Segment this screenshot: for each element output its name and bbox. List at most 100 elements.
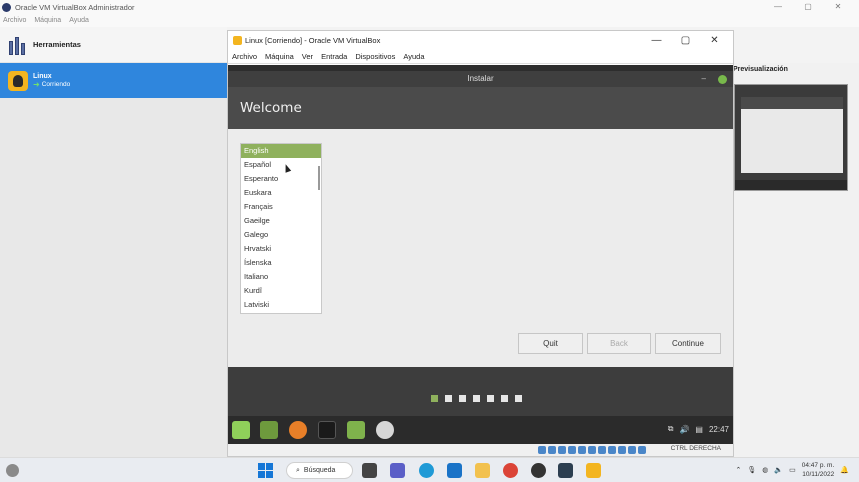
clipboard-icon[interactable]: ▤: [695, 425, 703, 434]
system-tray: ⌃ 🎙 ◍ 🔈 ▭ 04:47 p. m. 10/11/2022 🔔: [736, 461, 849, 479]
tools-label: Herramientas: [33, 40, 81, 49]
vm-menu-dispositivos[interactable]: Dispositivos: [355, 52, 395, 61]
taskbar-search[interactable]: ⌕ Búsqueda: [286, 462, 353, 479]
keyboard-status-icon[interactable]: [638, 446, 646, 454]
edge-icon[interactable]: [419, 463, 434, 478]
progress-dot: [487, 395, 494, 402]
volume-icon[interactable]: 🔊: [679, 425, 689, 434]
files-icon[interactable]: [347, 421, 365, 439]
progress-dot: [473, 395, 480, 402]
vm-status-bar: CTRL DERECHA: [228, 444, 733, 456]
continue-button[interactable]: Continue: [655, 333, 721, 354]
shared-folder-status-icon[interactable]: [588, 446, 596, 454]
linux-vm-taskbar-icon[interactable]: [586, 463, 601, 478]
vm-menu-archivo[interactable]: Archivo: [232, 52, 257, 61]
language-item[interactable]: Galego: [241, 228, 321, 242]
progress-dot: [431, 395, 438, 402]
system-clock[interactable]: 04:47 p. m. 10/11/2022: [802, 461, 835, 479]
progress-dot: [515, 395, 522, 402]
language-item[interactable]: Esperanto: [241, 172, 321, 186]
quit-button[interactable]: Quit: [518, 333, 583, 354]
weather-icon[interactable]: [6, 464, 19, 477]
vm-menu-maquina[interactable]: Máquina: [265, 52, 294, 61]
battery-icon[interactable]: ▭: [789, 466, 796, 474]
vm-menu-ayuda[interactable]: Ayuda: [403, 52, 424, 61]
vm-state-label: Corriendo: [41, 80, 71, 88]
vm-menu-ver[interactable]: Ver: [302, 52, 313, 61]
show-desktop-icon[interactable]: [260, 421, 278, 439]
language-item[interactable]: Hrvatski: [241, 242, 321, 256]
language-item[interactable]: Latviski: [241, 298, 321, 312]
firefox-icon[interactable]: [289, 421, 307, 439]
davinci-icon[interactable]: [531, 463, 546, 478]
language-item[interactable]: English: [241, 144, 321, 158]
vtx-status-icon[interactable]: [618, 446, 626, 454]
welcome-heading: Welcome: [240, 100, 302, 116]
tools-item[interactable]: Herramientas: [0, 27, 227, 63]
mouse-integration-icon[interactable]: [628, 446, 636, 454]
wifi-icon[interactable]: ◍: [762, 466, 768, 474]
welcome-header: Welcome: [228, 87, 733, 129]
language-item[interactable]: Íslenska: [241, 256, 321, 270]
host-menu-archivo[interactable]: Archivo: [3, 17, 26, 24]
language-item[interactable]: Français: [241, 200, 321, 214]
host-close-button[interactable]: ✕: [823, 0, 853, 14]
language-item[interactable]: Kurdî: [241, 284, 321, 298]
virtualbox-taskbar-icon[interactable]: [558, 463, 573, 478]
vm-window: Linux [Corriendo] - Oracle VM VirtualBox…: [227, 30, 734, 457]
installer-minimize-button[interactable]: –: [702, 71, 706, 87]
mail-icon[interactable]: [447, 463, 462, 478]
host-maximize-button[interactable]: ▢: [793, 0, 823, 14]
installer-close-button[interactable]: [718, 75, 727, 84]
back-button[interactable]: Back: [587, 333, 651, 354]
language-list-scrollbar[interactable]: [318, 166, 320, 190]
language-item[interactable]: Español: [241, 158, 321, 172]
recording-status-icon[interactable]: [608, 446, 616, 454]
vm-menu-entrada[interactable]: Entrada: [321, 52, 347, 61]
network-status-icon[interactable]: [568, 446, 576, 454]
vm-close-button[interactable]: ✕: [700, 31, 729, 50]
windows-taskbar: ⌕ Búsqueda ⌃ 🎙 ◍ 🔈 ▭ 04:47 p. m. 10/11/2…: [0, 457, 859, 482]
host-key-label: CTRL DERECHA: [670, 445, 721, 452]
vm-maximize-button[interactable]: ▢: [671, 31, 700, 50]
hdd-status-icon[interactable]: [538, 446, 546, 454]
file-explorer-icon[interactable]: [475, 463, 490, 478]
mint-menu-icon[interactable]: [232, 421, 250, 439]
usb-status-icon[interactable]: [578, 446, 586, 454]
notifications-icon[interactable]: 🔔: [840, 466, 849, 474]
chevron-up-icon[interactable]: ⌃: [736, 466, 742, 474]
progress-band: [228, 367, 733, 416]
terminal-icon[interactable]: [318, 421, 336, 439]
display-status-icon[interactable]: [598, 446, 606, 454]
network-icon[interactable]: ⧉: [668, 424, 674, 434]
preview-label: Previsualización: [733, 66, 788, 73]
chrome-icon[interactable]: [503, 463, 518, 478]
running-arrow-icon: ➜: [33, 79, 40, 89]
teams-icon[interactable]: [390, 463, 405, 478]
task-view-icon[interactable]: [362, 463, 377, 478]
language-item[interactable]: Euskara: [241, 186, 321, 200]
optical-status-icon[interactable]: [548, 446, 556, 454]
audio-status-icon[interactable]: [558, 446, 566, 454]
vm-minimize-button[interactable]: —: [642, 31, 671, 50]
clock-date: 10/11/2022: [802, 471, 835, 478]
windows-start-icon[interactable]: [258, 463, 273, 478]
language-item[interactable]: Gaeilge: [241, 214, 321, 228]
host-menu-ayuda[interactable]: Ayuda: [69, 17, 89, 24]
vm-list-item-linux[interactable]: Linux ➜ Corriendo: [0, 63, 227, 98]
host-minimize-button[interactable]: —: [763, 0, 793, 14]
host-window-title: Oracle VM VirtualBox Administrador: [15, 2, 135, 12]
language-item[interactable]: Italiano: [241, 270, 321, 284]
progress-dot: [445, 395, 452, 402]
progress-dot: [501, 395, 508, 402]
microphone-icon[interactable]: 🎙: [747, 466, 756, 474]
vm-title-bar: Linux [Corriendo] - Oracle VM VirtualBox…: [228, 31, 733, 50]
search-label: Búsqueda: [303, 467, 336, 474]
speaker-icon[interactable]: 🔈: [774, 466, 783, 474]
tools-icon: [9, 35, 27, 55]
vm-window-icon: [233, 36, 242, 45]
host-menu-maquina[interactable]: Máquina: [34, 17, 61, 24]
install-disc-icon[interactable]: [376, 421, 394, 439]
vm-window-title: Linux [Corriendo] - Oracle VM VirtualBox: [245, 36, 381, 45]
language-list[interactable]: English Español Esperanto Euskara França…: [240, 143, 322, 314]
